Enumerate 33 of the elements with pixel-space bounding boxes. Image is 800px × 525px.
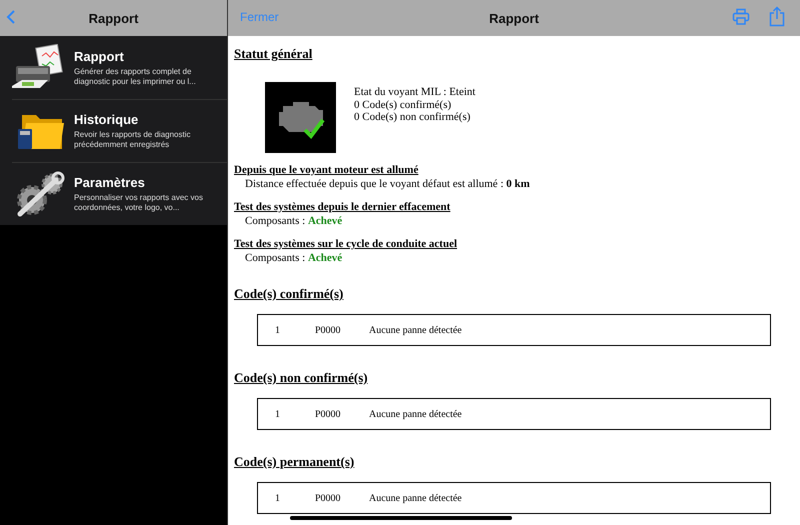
section-text: Distance effectuée depuis que le voyant défaut est allumé : 0 km: [245, 178, 530, 190]
table-cell-text: 1: [274, 492, 281, 504]
section-heading: Statut général: [234, 46, 312, 62]
table-cell: Aucune panne détectée: [369, 324, 462, 336]
menu-item[interactable]: Paramètres Personnaliser vos rapports avec vos coordonnées, votre logo, vo...: [0, 162, 227, 225]
status-value: Achevé: [308, 215, 342, 227]
print-icon[interactable]: [732, 8, 750, 26]
status-label: Composants :: [245, 215, 306, 227]
status-line: Etat du voyant MIL : Eteint: [354, 86, 476, 98]
table-cell-text: P0000: [315, 324, 342, 336]
share-icon[interactable]: [769, 6, 785, 27]
section-heading: Code(s) permanent(s): [234, 454, 354, 470]
section-heading: Code(s) confirmé(s): [234, 286, 344, 302]
menu-item[interactable]: Rapport Générer des rapports complet de diagnostic pour les imprimer ou l...: [0, 36, 227, 99]
table-cell-text: P0000: [315, 408, 342, 420]
section-heading: Code(s) non confirmé(s): [234, 370, 368, 386]
status-value: Achevé: [308, 252, 342, 264]
section-heading: Depuis que le voyant moteur est allumé: [234, 164, 418, 176]
table-cell-text: 1: [274, 408, 281, 420]
table-cell: Aucune panne détectée: [369, 492, 462, 504]
status-label: Composants :: [245, 252, 306, 264]
section-heading: Test des systèmes sur le cycle de conduite actuel: [234, 238, 458, 250]
engine-check-icon: [265, 82, 336, 153]
report-title: Rapport: [489, 10, 539, 26]
status-line: 0 Code(s) non confirmé(s): [354, 111, 472, 124]
section-heading: Test des systèmes depuis le dernier effacement: [234, 201, 450, 213]
menu-item[interactable]: Historique Revoir les rapports de diagnostic précédemment enregistrés: [0, 99, 227, 162]
back-icon[interactable]: [6, 9, 16, 25]
table-cell-text: 1: [274, 324, 281, 336]
table-cell: Aucune panne détectée: [369, 408, 462, 420]
table-cell-text: P0000: [315, 492, 342, 504]
status-line: 0 Code(s) confirmé(s): [354, 98, 452, 111]
sidebar-title: Rapport: [88, 10, 138, 26]
